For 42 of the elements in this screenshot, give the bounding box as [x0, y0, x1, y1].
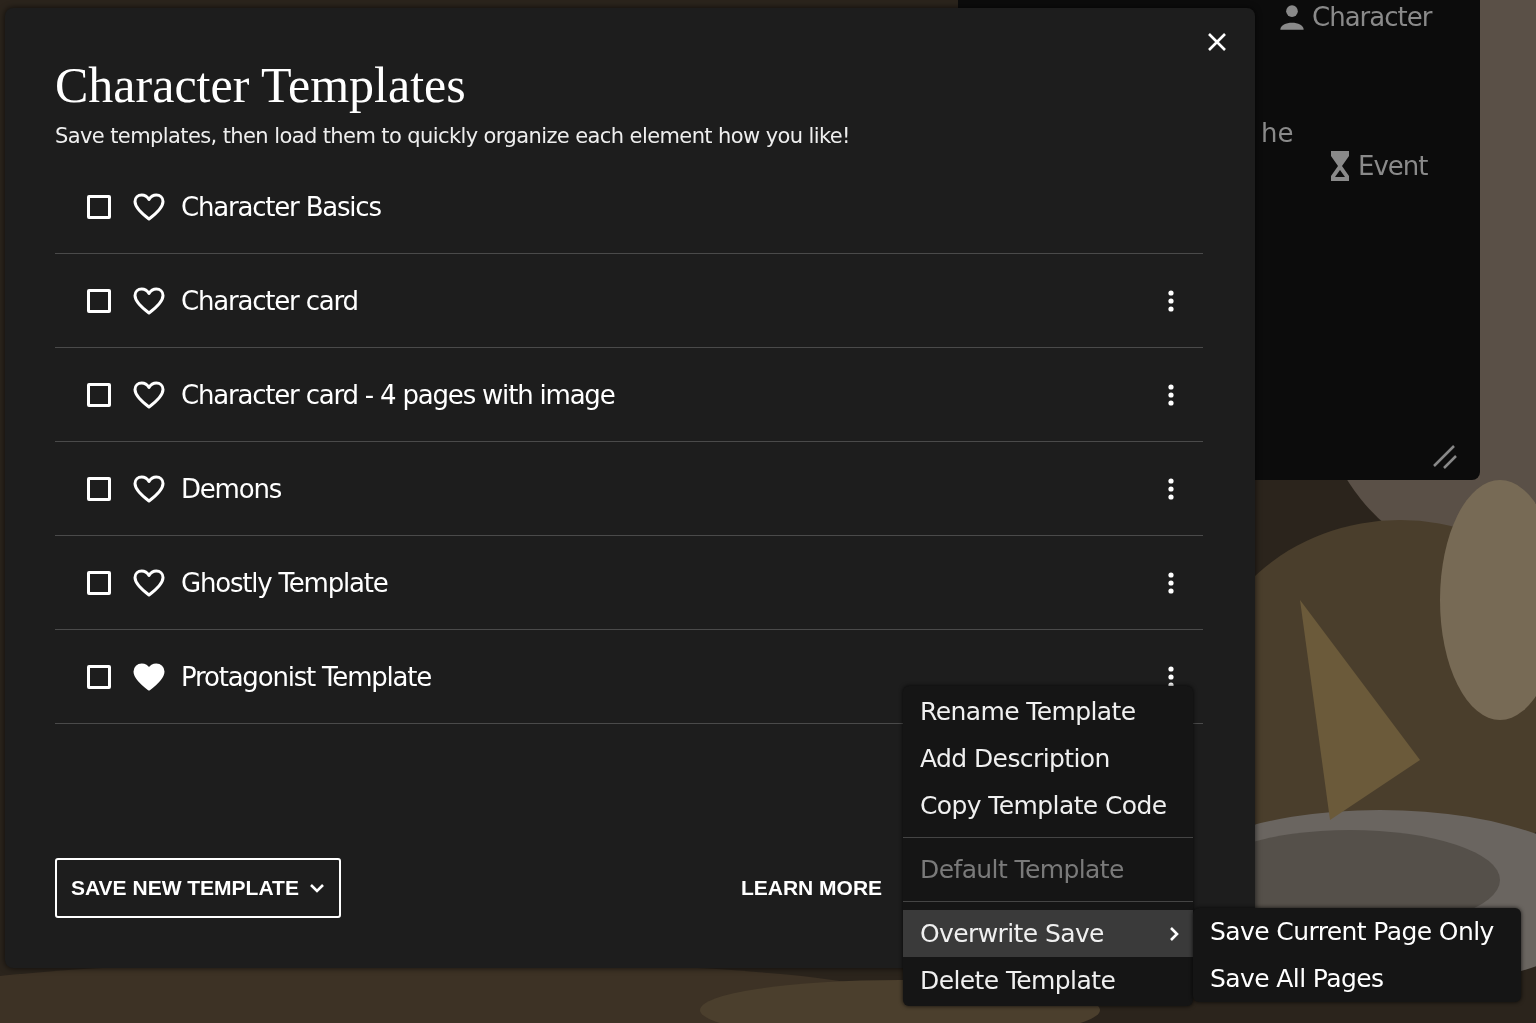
panel-label: Event: [1358, 151, 1428, 181]
menu-item[interactable]: Rename Template: [903, 688, 1193, 735]
save-new-template-button[interactable]: SAVE NEW TEMPLATE: [55, 858, 341, 918]
more-options-icon[interactable]: [1168, 477, 1174, 500]
panel-label: Character: [1312, 2, 1432, 32]
more-options-icon[interactable]: [1168, 665, 1174, 688]
panel-text: he: [1261, 118, 1294, 148]
template-name[interactable]: Character card: [181, 285, 358, 316]
resize-handle-icon[interactable]: [1432, 444, 1458, 470]
heart-icon[interactable]: [133, 192, 165, 221]
menu-item[interactable]: Save Current Page Only: [1193, 908, 1521, 955]
more-options-icon[interactable]: [1168, 571, 1174, 594]
learn-more-link[interactable]: LEARN MORE: [740, 876, 883, 900]
template-name[interactable]: Protagonist Template: [181, 661, 432, 692]
checkbox[interactable]: [87, 570, 111, 595]
checkbox[interactable]: [87, 476, 111, 501]
heart-icon[interactable]: [133, 286, 165, 315]
menu-item[interactable]: Overwrite Save: [903, 910, 1193, 957]
checkbox[interactable]: [87, 288, 111, 313]
template-name[interactable]: Character Basics: [181, 191, 381, 222]
hourglass-icon: [1330, 150, 1350, 182]
heart-icon[interactable]: [133, 474, 165, 503]
checkbox[interactable]: [87, 382, 111, 407]
more-options-icon[interactable]: [1168, 289, 1174, 312]
menu-item[interactable]: Save All Pages: [1193, 955, 1521, 1002]
chevron-right-icon: [1169, 925, 1179, 942]
template-name[interactable]: Ghostly Template: [181, 567, 388, 598]
template-name[interactable]: Demons: [181, 473, 282, 504]
menu-item[interactable]: Delete Template: [903, 957, 1193, 1004]
dialog-title: Character Templates: [55, 56, 467, 115]
chevron-down-icon: [308, 883, 325, 893]
checkbox[interactable]: [87, 194, 111, 219]
checkbox[interactable]: [87, 664, 111, 689]
person-icon: [1278, 3, 1306, 31]
template-name[interactable]: Character card - 4 pages with image: [181, 379, 615, 410]
dialog-subtitle: Save templates, then load them to quickly organize each element how you like!: [55, 124, 851, 148]
more-options-icon[interactable]: [1168, 383, 1174, 406]
heart-icon[interactable]: [133, 568, 165, 597]
heart-icon[interactable]: [133, 662, 165, 691]
heart-icon[interactable]: [133, 380, 165, 409]
menu-item[interactable]: Copy Template Code: [903, 782, 1193, 829]
menu-item[interactable]: Add Description: [903, 735, 1193, 782]
